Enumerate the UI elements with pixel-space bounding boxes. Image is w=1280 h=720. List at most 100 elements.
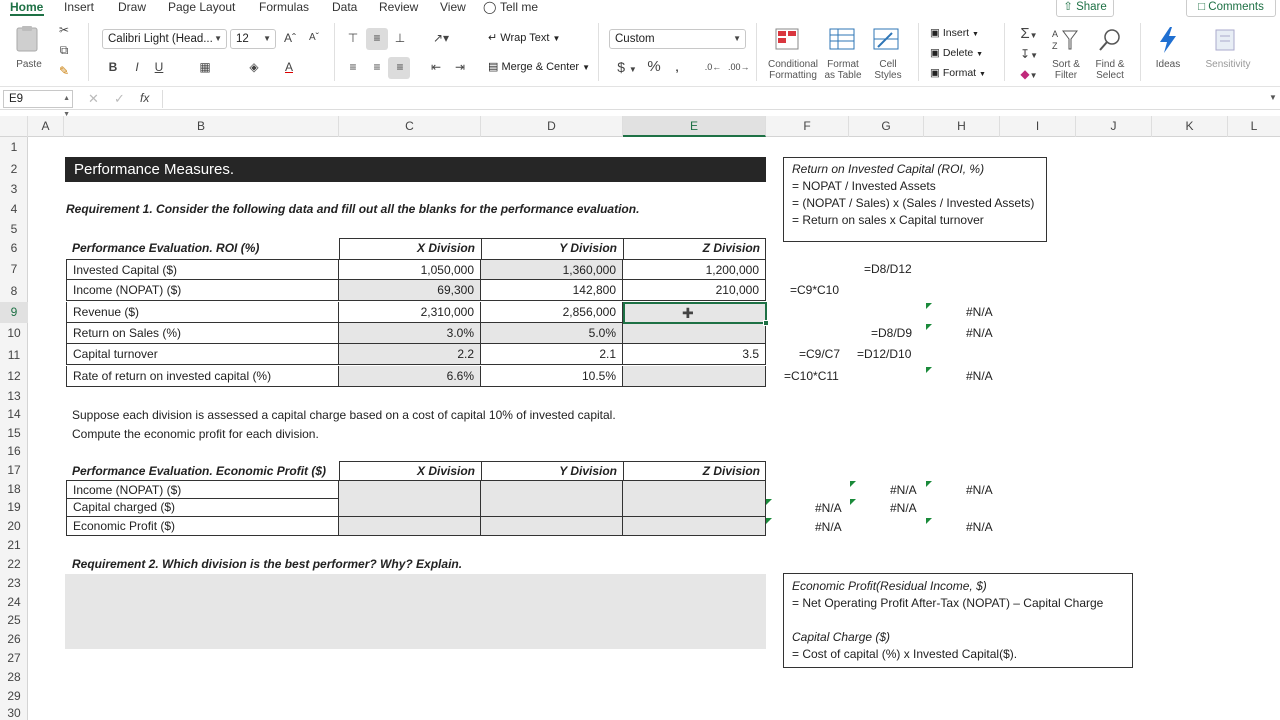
roi-cell[interactable]: 2.1: [481, 344, 623, 365]
italic-icon[interactable]: I: [130, 58, 144, 76]
row-header[interactable]: 9: [0, 302, 28, 323]
roi-cell[interactable]: 10.5%: [481, 366, 623, 387]
column-header-k[interactable]: K: [1152, 116, 1228, 137]
ep-cell[interactable]: [623, 480, 766, 499]
column-header-a[interactable]: A: [28, 116, 64, 137]
align-bottom-icon[interactable]: ⊥: [392, 29, 408, 47]
row-header[interactable]: 19: [0, 498, 28, 517]
copy-icon[interactable]: ⧉: [54, 41, 74, 59]
cut-icon[interactable]: ✂: [56, 21, 72, 39]
row-header[interactable]: 20: [0, 517, 28, 536]
row-header[interactable]: 14: [0, 405, 28, 424]
insert-cells-button[interactable]: ▣ Insert ▼: [930, 26, 979, 42]
column-header-l[interactable]: L: [1228, 116, 1280, 137]
answer-area[interactable]: [65, 574, 766, 649]
align-center-icon[interactable]: ≡: [369, 58, 385, 76]
number-format-select[interactable]: Custom ▼: [609, 29, 746, 49]
row-header[interactable]: 13: [0, 387, 28, 405]
conditional-formatting-button[interactable]: [774, 27, 802, 53]
row-header[interactable]: 24: [0, 593, 28, 611]
error-value-g19[interactable]: #N/A: [890, 498, 930, 519]
increase-indent-icon[interactable]: ⇥: [452, 58, 468, 76]
ep-cell[interactable]: [481, 498, 623, 517]
row-header[interactable]: 17: [0, 461, 28, 480]
column-header-g[interactable]: G: [849, 116, 924, 137]
bold-icon[interactable]: B: [106, 58, 120, 76]
column-header-e[interactable]: E: [623, 116, 766, 137]
share-button[interactable]: ⇧ Share: [1056, 0, 1114, 17]
error-value-h10[interactable]: #N/A: [966, 323, 1006, 344]
font-color-icon[interactable]: A: [282, 58, 296, 76]
row-header[interactable]: 6: [0, 238, 28, 259]
tab-review[interactable]: Review: [379, 0, 418, 15]
format-cells-button[interactable]: ▣ Format ▼: [930, 66, 986, 82]
roi-cell[interactable]: 2.2: [339, 344, 481, 365]
column-header-h[interactable]: H: [924, 116, 1000, 137]
error-value-h18[interactable]: #N/A: [966, 480, 1006, 501]
align-left-icon[interactable]: ≡: [345, 58, 361, 76]
ep-cell[interactable]: [481, 517, 623, 536]
row-header[interactable]: 21: [0, 536, 28, 554]
underline-icon[interactable]: U: [152, 58, 166, 76]
cell-styles-button[interactable]: [872, 27, 900, 53]
expand-formula-icon[interactable]: ▼: [1269, 93, 1277, 102]
roi-cell[interactable]: [623, 366, 766, 387]
align-top-icon[interactable]: ⊤: [345, 29, 361, 47]
formula-text-g11[interactable]: =D12/D10: [857, 344, 921, 365]
percent-icon[interactable]: %: [646, 58, 662, 76]
column-header-b[interactable]: B: [64, 116, 339, 137]
formula-text-f11[interactable]: =C9/C7: [799, 344, 849, 365]
tab-view[interactable]: View: [440, 0, 466, 15]
active-cell-selection[interactable]: [623, 302, 769, 326]
font-size-select[interactable]: 12 ▼: [230, 29, 276, 49]
row-header[interactable]: 12: [0, 366, 28, 387]
row-header[interactable]: 5: [0, 220, 28, 238]
roi-cell[interactable]: 6.6%: [339, 366, 481, 387]
roi-cell[interactable]: 210,000: [623, 280, 766, 301]
font-name-select[interactable]: Calibri Light (Head... ▼: [102, 29, 227, 49]
roi-cell[interactable]: 1,360,000: [481, 259, 623, 280]
insert-function-icon[interactable]: fx: [140, 91, 149, 105]
row-header[interactable]: 22: [0, 554, 28, 574]
error-value-f20[interactable]: #N/A: [815, 517, 855, 538]
row-header[interactable]: 8: [0, 280, 28, 302]
ep-cell[interactable]: [339, 517, 481, 536]
row-header[interactable]: 7: [0, 259, 28, 280]
tab-home[interactable]: Home: [10, 0, 43, 15]
ep-cell[interactable]: [339, 498, 481, 517]
merge-center-button[interactable]: ▤ Merge & Center ▼: [488, 58, 590, 77]
roi-cell[interactable]: 69,300: [339, 280, 481, 301]
row-header[interactable]: 18: [0, 480, 28, 498]
format-as-table-button[interactable]: [828, 27, 856, 53]
tab-formulas[interactable]: Formulas: [259, 0, 309, 15]
row-header[interactable]: 25: [0, 611, 28, 630]
tell-me-search[interactable]: Tell me: [500, 0, 538, 15]
fill-handle[interactable]: [763, 320, 769, 326]
comments-button[interactable]: □ Comments: [1186, 0, 1276, 17]
paste-button[interactable]: [12, 25, 42, 53]
error-value-h20[interactable]: #N/A: [966, 517, 1006, 538]
column-header-d[interactable]: D: [481, 116, 623, 137]
formula-input[interactable]: [162, 90, 1266, 108]
roi-cell[interactable]: 1,200,000: [623, 259, 766, 280]
decrease-font-icon[interactable]: Aˇ: [306, 29, 322, 47]
select-all-corner[interactable]: [0, 116, 28, 137]
row-header[interactable]: 15: [0, 424, 28, 442]
sensitivity-button[interactable]: [1212, 26, 1240, 52]
fill-color-icon[interactable]: ◈: [245, 58, 263, 76]
error-value-f19[interactable]: #N/A: [815, 498, 855, 519]
delete-cells-button[interactable]: ▣ Delete ▼: [930, 46, 983, 62]
ideas-button[interactable]: [1154, 26, 1182, 53]
ep-cell[interactable]: [481, 480, 623, 499]
tab-data[interactable]: Data: [332, 0, 357, 15]
column-header-f[interactable]: F: [766, 116, 849, 137]
orientation-icon[interactable]: ↗▾: [428, 29, 454, 47]
clear-icon[interactable]: ◆▼: [1016, 65, 1042, 85]
increase-font-icon[interactable]: Aˆ: [282, 29, 298, 47]
decrease-decimal-icon[interactable]: .00→: [728, 58, 750, 76]
row-header[interactable]: 11: [0, 344, 28, 366]
align-middle-icon[interactable]: ≡: [369, 29, 385, 47]
row-header[interactable]: 28: [0, 668, 28, 686]
find-select-button[interactable]: [1096, 27, 1124, 53]
roi-cell[interactable]: 2,856,000: [481, 302, 623, 323]
